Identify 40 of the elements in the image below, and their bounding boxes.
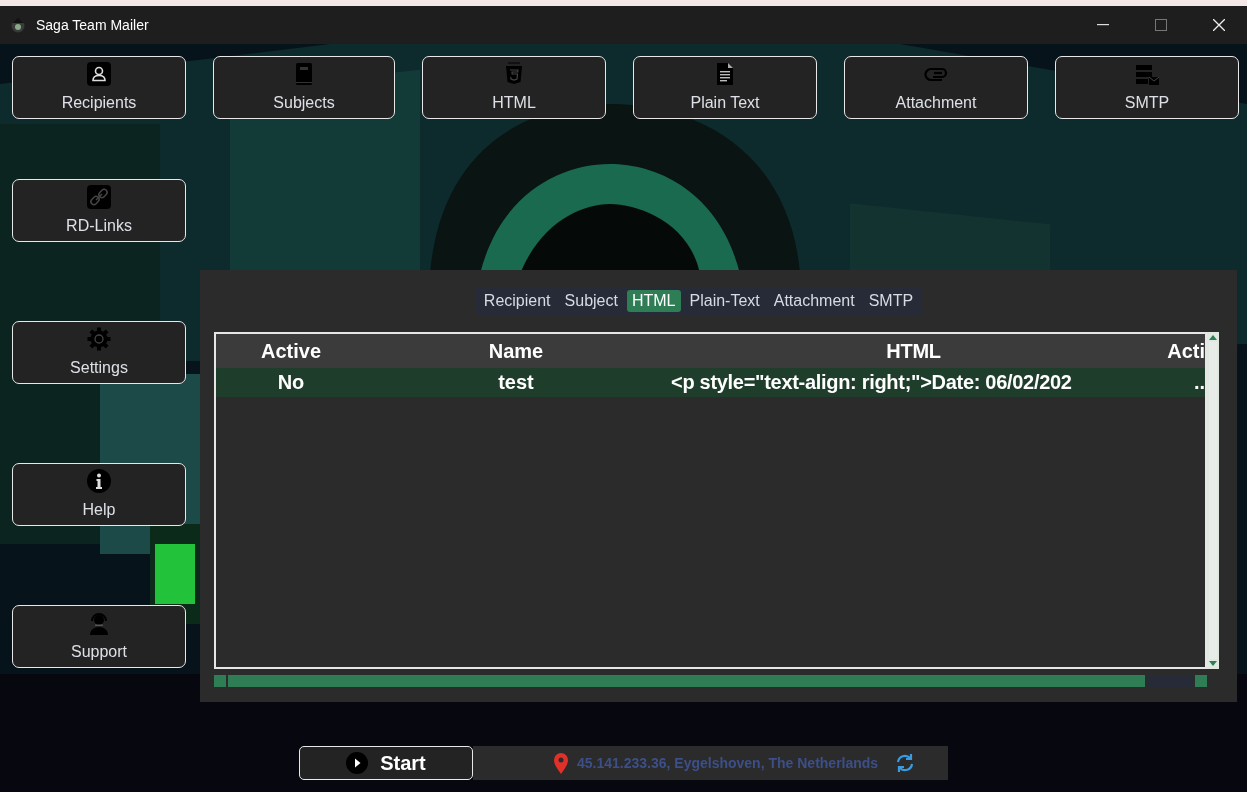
nav-button[interactable]: Help bbox=[12, 463, 186, 526]
table-cell-text: <p style="text-align: right;">Date: 06/02/202 bbox=[670, 371, 1073, 394]
column-header: HTML bbox=[885, 339, 942, 363]
nav-button[interactable]: HTML bbox=[422, 56, 606, 119]
headset-person-icon bbox=[87, 611, 111, 635]
person-icon bbox=[87, 62, 111, 86]
start-button[interactable]: Start bbox=[299, 746, 473, 780]
nav-button[interactable]: Attachment bbox=[844, 56, 1028, 119]
horizontal-scrollbar[interactable] bbox=[214, 675, 1207, 687]
tab[interactable]: SMTP bbox=[863, 290, 919, 312]
table-cell-text: .. bbox=[1192, 371, 1205, 394]
nav-button[interactable]: Plain Text bbox=[633, 56, 817, 119]
nav-button[interactable]: Subjects bbox=[213, 56, 395, 119]
column-header: Name bbox=[487, 339, 545, 363]
window-title: Saga Team Mailer bbox=[36, 17, 149, 33]
tab[interactable]: Subject bbox=[559, 290, 623, 312]
table-row[interactable]: No test <p style="text-align: right;">Date: 06/02/202 .. bbox=[216, 368, 1205, 397]
table-cell-text: test bbox=[497, 371, 535, 394]
maximize-icon bbox=[1155, 19, 1167, 31]
tab[interactable]: Attachment bbox=[768, 290, 860, 312]
server-mail-icon bbox=[1135, 62, 1159, 86]
location-text: 45.141.233.36, Eygelshoven, The Netherlands bbox=[577, 755, 879, 771]
nav-button[interactable]: RD-Links bbox=[12, 179, 186, 242]
close-icon bbox=[1213, 19, 1225, 31]
play-icon bbox=[346, 752, 369, 774]
tab[interactable]: HTML bbox=[626, 290, 681, 312]
nav-button[interactable]: SMTP bbox=[1055, 56, 1239, 119]
nav-button[interactable]: Settings bbox=[12, 321, 186, 384]
link-icon bbox=[87, 185, 111, 209]
info-icon bbox=[87, 469, 111, 493]
column-header: Acti bbox=[1166, 339, 1205, 363]
vertical-scrollbar[interactable] bbox=[1207, 332, 1219, 669]
app-logo-icon bbox=[10, 16, 26, 34]
tab[interactable]: Recipient bbox=[478, 290, 556, 312]
nav-button[interactable]: Support bbox=[12, 605, 186, 668]
table-cell-text: No bbox=[276, 371, 306, 394]
tab[interactable]: Plain-Text bbox=[684, 290, 765, 312]
location-pin-icon bbox=[553, 752, 569, 774]
nav-button[interactable]: Recipients bbox=[12, 56, 186, 119]
column-header: Active bbox=[260, 339, 322, 363]
